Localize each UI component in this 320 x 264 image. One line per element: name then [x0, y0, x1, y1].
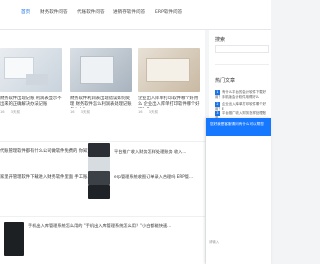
article-card-2[interactable]: 财务软件利润表出现错误如何处理 财务软件怎么利润表处理记账怎么办？ 16 3天前	[70, 48, 132, 115]
list-item-title[interactable]: 平台推广收入财务怎样处理账务 收入...	[114, 149, 186, 155]
top-navigation-bar: 首页 财务软件问答 代账软件问答 进销存软件问答 ERP软件问答	[0, 0, 271, 30]
article-thumbnail[interactable]	[88, 143, 110, 157]
list-item-title[interactable]: 手机出入库管理系统怎么用的 "手机出入库管理系统怎么用？"小白都能快速...	[28, 223, 171, 229]
article-title[interactable]: 财务软件利润表出现错误如何处理 财务软件怎么利润表处理记账怎么办？	[70, 96, 132, 108]
divider	[215, 64, 269, 65]
article-thumbnail[interactable]	[0, 48, 62, 92]
nav-finance-qa[interactable]: 财务软件问答	[40, 9, 68, 15]
list-item[interactable]: 家里开管理软件下载进入财务软件里面 手工账...	[0, 174, 91, 180]
article-card-1[interactable]: 财务软件出现记账 利润表显示不出来的正确解决办法记账 16 3天前	[0, 48, 62, 115]
article-title[interactable]: 财务软件出现记账 利润表显示不出来的正确解决办法记账	[0, 96, 62, 108]
nav-inventory-qa[interactable]: 进销存软件问答	[113, 9, 145, 15]
views-count: 16	[138, 110, 143, 114]
hot-article-title[interactable]: 企业出入库单打印软件哪个好用？E	[215, 102, 266, 111]
nav-home[interactable]: 首页	[21, 9, 30, 15]
chat-header: 您好我是客服请问有什么可以帮您	[206, 118, 271, 136]
article-meta: 16 3天前	[0, 110, 62, 115]
divider	[0, 216, 205, 217]
hot-article-item[interactable]: 1 有什么平台的会计软件下载好用？手机版会计软件用得好么	[215, 90, 269, 100]
views-count: 16	[0, 110, 5, 114]
article-thumbnail[interactable]	[88, 157, 110, 171]
divider	[0, 141, 205, 142]
article-meta: 16 3天前	[138, 110, 200, 115]
list-item-title[interactable]: 代账管理软件都有什么公司做软件免费的 你知道么...	[0, 149, 100, 154]
list-item-title[interactable]: erp管理系统收图订单录入合理吗 ERP管...	[114, 174, 193, 180]
search-input[interactable]	[215, 45, 269, 53]
article-thumbnail[interactable]	[70, 48, 132, 92]
main-content: 财务软件出现记账 利润表显示不出来的正确解决办法记账 16 3天前 财务软件利润…	[0, 30, 205, 264]
article-date: 3天前	[80, 110, 91, 114]
list-item[interactable]: 代账管理软件都有什么公司做软件免费的 你知道么...	[0, 148, 100, 154]
hot-articles-title: 热门文章	[215, 78, 236, 84]
article-date: 3天前	[10, 110, 21, 114]
nav-erp-qa[interactable]: ERP软件问答	[155, 9, 182, 15]
article-thumbnail[interactable]	[4, 222, 24, 256]
search-title: 搜索	[215, 37, 226, 43]
article-thumbnail[interactable]	[138, 48, 200, 92]
article-date: 3天前	[148, 110, 159, 114]
article-title[interactable]: 企业出入库单打印软件哪个好用么 企业出入库单打印软件哪个好用？E	[138, 96, 200, 108]
hot-article-title[interactable]: 有什么平台的会计软件下载好用？手机版会计软件用得好么	[215, 90, 266, 99]
article-meta: 16 3天前	[70, 110, 132, 115]
article-thumbnail[interactable]	[88, 185, 110, 199]
article-card-3[interactable]: 企业出入库单打印软件哪个好用么 企业出入库单打印软件哪个好用？E 16 3天前	[138, 48, 200, 115]
article-thumbnail[interactable]	[88, 171, 110, 185]
list-item-title[interactable]: 家里开管理软件下载进入财务软件里面 手工账...	[0, 175, 91, 180]
chat-widget[interactable]: 您好我是客服请问有什么可以帮您 请输入	[206, 118, 271, 264]
views-count: 16	[70, 110, 75, 114]
nav-bookkeeping-qa[interactable]: 代账软件问答	[77, 9, 105, 15]
chat-input[interactable]: 请输入	[209, 239, 219, 244]
